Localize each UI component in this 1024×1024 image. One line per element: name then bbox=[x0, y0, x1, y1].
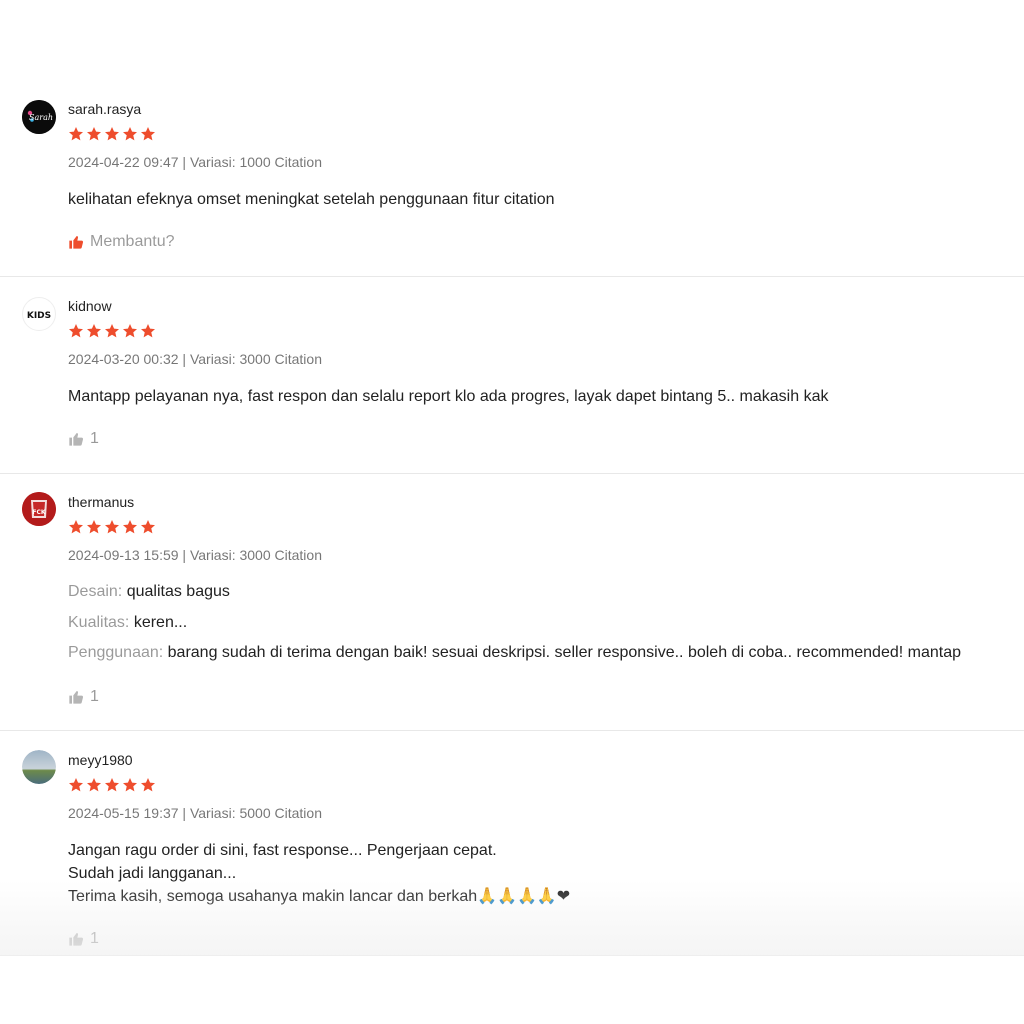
star-rating bbox=[68, 126, 156, 142]
avatar-image: KIDS bbox=[27, 311, 51, 321]
attribute-quality: Kualitas: keren... bbox=[68, 614, 187, 632]
review-text: Mantapp pelayanan nya, fast respon dan s… bbox=[68, 388, 829, 405]
thumbs-up-icon bbox=[68, 234, 84, 250]
star-icon bbox=[86, 323, 102, 339]
attribute-design: Desain: qualitas bagus bbox=[68, 583, 230, 601]
star-rating bbox=[68, 777, 156, 793]
review-meta: 2024-03-20 00:32 | Variasi: 3000 Citatio… bbox=[68, 351, 322, 367]
helpful-button[interactable]: 1 bbox=[68, 930, 99, 948]
review-meta: 2024-04-22 09:47 | Variasi: 1000 Citatio… bbox=[68, 154, 322, 170]
star-icon bbox=[140, 519, 156, 535]
thumbs-up-icon bbox=[68, 431, 84, 447]
star-icon bbox=[86, 777, 102, 793]
star-icon bbox=[68, 519, 84, 535]
avatar-label: Sarah bbox=[29, 113, 53, 122]
star-icon bbox=[140, 126, 156, 142]
helpful-label: Membantu? bbox=[90, 233, 175, 250]
attribute-label: Penggunaan: bbox=[68, 644, 164, 661]
thumbs-up-icon bbox=[68, 689, 84, 705]
avatar[interactable]: KIDS bbox=[22, 297, 56, 331]
review-meta: 2024-09-13 15:59 | Variasi: 3000 Citatio… bbox=[68, 547, 322, 563]
attribute-usage: Penggunaan: barang sudah di terima denga… bbox=[68, 644, 961, 662]
avatar-image: Sarah bbox=[22, 100, 56, 134]
helpful-button[interactable]: 1 bbox=[68, 430, 99, 448]
username[interactable]: sarah.rasya bbox=[68, 101, 141, 117]
review-text: kelihatan efeknya omset meningkat setela… bbox=[68, 191, 555, 208]
star-icon bbox=[68, 323, 84, 339]
helpful-button[interactable]: Membantu? bbox=[68, 233, 175, 251]
review-text-line: Terima kasih, semoga usahanya makin lanc… bbox=[68, 888, 571, 905]
avatar-image: FCK bbox=[22, 492, 56, 526]
avatar-label: KIDS bbox=[27, 311, 51, 321]
avatar-label: FCK bbox=[32, 509, 46, 516]
attribute-label: Desain: bbox=[68, 583, 123, 600]
star-icon bbox=[140, 777, 156, 793]
star-icon bbox=[122, 323, 138, 339]
star-icon bbox=[122, 126, 138, 142]
review-item: Sarah sarah.rasya 2024-04-22 09:47 | Var… bbox=[0, 80, 1024, 277]
star-icon bbox=[104, 519, 120, 535]
star-icon bbox=[104, 323, 120, 339]
helpful-count: 1 bbox=[90, 930, 99, 947]
star-icon bbox=[122, 777, 138, 793]
review-item: meyy1980 2024-05-15 19:37 | Variasi: 500… bbox=[0, 731, 1024, 956]
star-icon bbox=[68, 126, 84, 142]
star-icon bbox=[104, 126, 120, 142]
thumbs-up-icon bbox=[68, 931, 84, 947]
star-rating bbox=[68, 323, 156, 339]
review-text-line: Jangan ragu order di sini, fast response… bbox=[68, 842, 497, 859]
username[interactable]: thermanus bbox=[68, 494, 134, 510]
attribute-value: qualitas bagus bbox=[126, 583, 230, 600]
avatar-image bbox=[22, 750, 56, 784]
username[interactable]: kidnow bbox=[68, 298, 112, 314]
review-item: KIDS kidnow 2024-03-20 00:32 | Variasi: … bbox=[0, 277, 1024, 474]
star-rating bbox=[68, 519, 156, 535]
review-item: FCK thermanus 2024-09-13 15:59 | Variasi… bbox=[0, 474, 1024, 731]
attribute-value: barang sudah di terima dengan baik! sesu… bbox=[167, 644, 961, 661]
avatar[interactable] bbox=[22, 750, 56, 784]
helpful-count: 1 bbox=[90, 688, 99, 705]
username[interactable]: meyy1980 bbox=[68, 752, 133, 768]
review-meta: 2024-05-15 19:37 | Variasi: 5000 Citatio… bbox=[68, 805, 322, 821]
star-icon bbox=[140, 323, 156, 339]
star-icon bbox=[104, 777, 120, 793]
star-icon bbox=[86, 519, 102, 535]
attribute-label: Kualitas: bbox=[68, 614, 130, 631]
star-icon bbox=[122, 519, 138, 535]
avatar[interactable]: FCK bbox=[22, 492, 56, 526]
helpful-count: 1 bbox=[90, 430, 99, 447]
review-text-line: Sudah jadi langganan... bbox=[68, 865, 237, 882]
star-icon bbox=[86, 126, 102, 142]
attribute-value: keren... bbox=[133, 614, 188, 631]
star-icon bbox=[68, 777, 84, 793]
avatar[interactable]: Sarah bbox=[22, 100, 56, 134]
helpful-button[interactable]: 1 bbox=[68, 688, 99, 706]
